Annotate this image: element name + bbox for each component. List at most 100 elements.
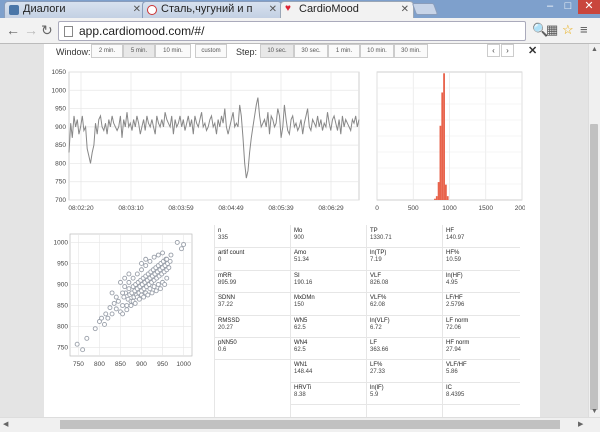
minimize-button[interactable]: – [542,0,558,14]
scatter-point [147,258,153,264]
x-tick-label: 2000 [515,205,525,212]
stat-cell: VLF% 62.08 [368,295,442,309]
scroll-left-icon[interactable]: ◀ [3,420,8,428]
address-bar[interactable]: app.cardiomood.com/#/ [58,21,526,41]
column-divider [290,225,291,417]
scatter-point [153,288,159,294]
scatter-point [179,246,184,252]
stat-cell: LF 363.66 [368,340,442,354]
x-tick-label: 1500 [479,205,494,212]
scroll-down-icon[interactable]: ▼ [591,408,598,415]
stat-value: 7.19 [370,257,382,264]
window-option-2min[interactable]: 2 min. [91,44,123,58]
stat-value: 0.6 [218,347,227,353]
scatter-point [139,267,144,273]
window-option-custom[interactable]: custom [195,44,227,58]
stat-value: 363.66 [370,347,389,353]
stat-label: WN4 [294,340,308,346]
translate-icon[interactable]: ▦ [546,23,558,37]
scatter-point [157,286,163,292]
stat-label: n [218,228,222,234]
prev-page-button[interactable]: ‹ [487,44,500,57]
scatter-point [168,252,174,258]
star-icon[interactable]: ☆ [562,23,574,37]
y-tick-label: 850 [55,142,66,149]
row-divider [442,404,520,406]
tab-dialogs[interactable]: Диалоги ✕ [4,1,146,18]
scroll-up-icon[interactable]: ▲ [591,46,598,53]
scatter-point [113,306,119,312]
stat-cell: WN5 62.5 [292,318,366,332]
tab-cardiomood[interactable]: ♥ CardioMood ✕ [280,1,414,19]
stat-value: 5.9 [370,391,379,398]
scatterogram-chart: 750 800 850 900 950 1000 750 800 850 900 950 1000 [54,233,193,368]
scatter-point [128,303,134,308]
stat-cell: ln(HF) 4.95 [444,273,518,287]
horizontal-scroll-thumb[interactable] [60,420,560,429]
scatter-point [149,290,155,296]
y-tick-label: 750 [57,345,68,352]
x-tick-label: 950 [157,361,168,368]
x-tick-label: 750 [73,361,84,368]
stat-value: 1330.71 [370,235,392,241]
scroll-right-icon[interactable]: ▶ [578,420,583,428]
stat-value: 4.95 [446,279,458,286]
maximize-button[interactable]: □ [560,0,576,14]
scatter-point [99,315,105,321]
stat-value: 37.22 [218,302,234,309]
step-option-10sec[interactable]: 10 sec. [260,44,294,58]
vertical-scroll-thumb[interactable] [590,124,598,410]
scatter-point [118,279,123,285]
right-margin [540,44,588,417]
stat-value: 2.5796 [446,302,465,309]
column-divider [214,225,215,417]
stat-cell: LF/HF 2.5796 [444,295,518,309]
step-option-10min[interactable]: 10 min. [360,44,394,58]
window-option-5min[interactable]: 5 min. [123,44,155,58]
x-tick-label: 08:06:29 [318,205,344,212]
y-tick-label: 900 [57,281,68,288]
step-option-30sec[interactable]: 30 sec. [294,44,328,58]
scatter-point [120,303,126,308]
hist-bar [437,182,440,200]
close-icon[interactable]: ✕ [269,2,277,17]
scatter-point [122,284,128,290]
tab-title: Сталь,чугуний и п [161,3,253,15]
row-divider [366,292,444,294]
scatter-point [139,260,144,266]
next-page-button[interactable]: › [501,44,514,57]
scatter-point [143,263,149,269]
hist-bar [446,196,449,200]
stat-label: pNN50 [218,340,237,346]
stat-label: Mo [294,228,303,234]
statistics-table: n 335 artif count 0 mRR 895.99 SDNN 37.22 RMSSD 2… [214,225,520,417]
stat-cell: n 335 [216,228,290,242]
reload-icon[interactable]: ↻ [41,23,53,37]
menu-icon[interactable]: ≡ [580,23,588,37]
stat-value: 51.34 [294,257,310,264]
scatter-point [164,275,170,281]
close-icon[interactable]: ✕ [401,2,409,17]
scatter-point [102,321,107,327]
scatter-point [126,271,132,277]
close-icon[interactable]: ✕ [133,2,141,17]
stat-cell: Mo 900 [292,228,366,242]
heart-icon: ♥ [285,3,291,14]
step-option-30min[interactable]: 30 min. [394,44,428,58]
window-option-10min[interactable]: 10 min. [155,44,191,58]
stat-value: 62.08 [370,302,386,309]
step-option-1min[interactable]: 1 min. [328,44,360,58]
window-close-button[interactable]: ✕ [578,0,600,14]
back-icon[interactable]: ← [6,23,20,37]
forward-icon[interactable]: → [24,23,38,37]
row-divider [442,292,520,294]
stat-label: ln(lF) [370,384,384,391]
row-divider [290,404,368,406]
stat-cell: SDNN 37.22 [216,295,290,309]
new-tab-button[interactable] [411,3,439,15]
panel-close-button[interactable]: ✕ [528,44,537,57]
stat-value: 190.16 [294,279,313,286]
url-text[interactable]: app.cardiomood.com/#/ [79,24,204,38]
scatter-point [107,305,113,311]
tab-steel[interactable]: Сталь,чугуний и п ✕ [142,1,282,18]
